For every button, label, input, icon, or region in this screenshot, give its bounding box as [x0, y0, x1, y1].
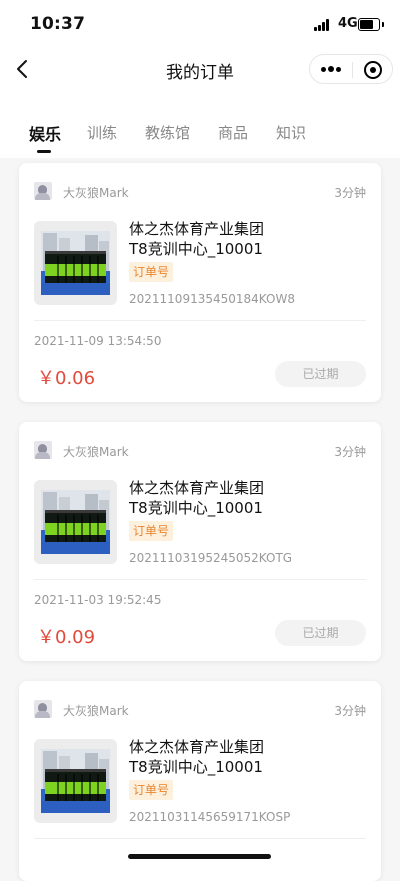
battery-icon — [358, 18, 384, 31]
venue-name-line1: 体之杰体育产业集团 — [129, 479, 265, 497]
venue-photo — [41, 490, 110, 554]
divider — [34, 320, 366, 321]
capsule-divider — [352, 62, 353, 78]
time-ago: 3分钟 — [334, 445, 366, 459]
status-bar: 10:37 4G — [0, 0, 400, 44]
time-ago: 3分钟 — [334, 704, 366, 718]
venue-name-line1: 体之杰体育产业集团 — [129, 738, 265, 756]
tab-knowledge[interactable]: 知识 — [276, 122, 306, 143]
network-type: 4G — [338, 16, 358, 31]
venue-thumbnail — [34, 739, 117, 823]
order-card[interactable]: 大灰狼Mark 3分钟 体之杰体育产业集团 T8竞训中心_10001 订单号 2… — [19, 163, 381, 402]
tab-entertainment[interactable]: 娱乐 — [29, 121, 61, 145]
user-name: 大灰狼Mark — [63, 704, 129, 718]
avatar — [34, 700, 52, 718]
order-date: 2021-11-09 13:54:50 — [34, 334, 162, 348]
user-name: 大灰狼Mark — [63, 445, 129, 459]
active-tab-indicator — [37, 150, 51, 153]
order-number: 20211109135450184KOW8 — [129, 292, 295, 306]
order-price: ￥0.06 — [37, 368, 96, 389]
nav-bar: 我的订单 — [0, 44, 400, 96]
order-card[interactable]: 大灰狼Mark 3分钟 体之杰体育产业集团 T8竞训中心_10001 订单号 2… — [19, 422, 381, 661]
order-tag: 订单号 — [129, 521, 174, 541]
order-tag: 订单号 — [129, 262, 174, 282]
divider — [34, 838, 366, 839]
order-number: 20211031145659171KOSP — [129, 810, 291, 824]
venue-name: 体之杰体育产业集团 T8竞训中心_10001 — [129, 219, 369, 259]
venue-photo — [41, 749, 110, 813]
status-time: 10:37 — [30, 14, 86, 34]
avatar — [34, 182, 52, 200]
status-badge: 已过期 — [275, 361, 366, 387]
status-badge: 已过期 — [275, 620, 366, 646]
order-date: 2021-11-03 19:52:45 — [34, 593, 162, 607]
venue-name-line1: 体之杰体育产业集团 — [129, 220, 265, 238]
venue-thumbnail — [34, 221, 117, 305]
order-price: ￥0.09 — [37, 627, 96, 648]
tab-goods[interactable]: 商品 — [218, 122, 248, 143]
home-indicator — [128, 854, 271, 859]
close-mini-program-icon[interactable] — [364, 61, 382, 79]
venue-thumbnail — [34, 480, 117, 564]
venue-name-line2: T8竞训中心_10001 — [129, 499, 263, 517]
venue-photo — [41, 231, 110, 295]
user-name: 大灰狼Mark — [63, 186, 129, 200]
venue-name-line2: T8竞训中心_10001 — [129, 240, 263, 258]
more-icon[interactable] — [321, 66, 341, 73]
tab-coach-hall[interactable]: 教练馆 — [145, 122, 190, 143]
order-number: 20211103195245052KOTG — [129, 551, 293, 565]
tab-training[interactable]: 训练 — [87, 122, 117, 143]
category-tabs: 娱乐 训练 教练馆 商品 知识 — [0, 96, 400, 158]
time-ago: 3分钟 — [334, 186, 366, 200]
venue-name-line2: T8竞训中心_10001 — [129, 758, 263, 776]
divider — [34, 579, 366, 580]
signal-icon — [314, 19, 334, 31]
avatar — [34, 441, 52, 459]
order-card[interactable]: 大灰狼Mark 3分钟 体之杰体育产业集团 T8竞训中心_10001 订单号 2… — [19, 681, 381, 881]
venue-name: 体之杰体育产业集团 T8竞训中心_10001 — [129, 737, 369, 777]
mini-program-capsule — [309, 54, 393, 84]
order-tag: 订单号 — [129, 780, 174, 800]
venue-name: 体之杰体育产业集团 T8竞训中心_10001 — [129, 478, 369, 518]
